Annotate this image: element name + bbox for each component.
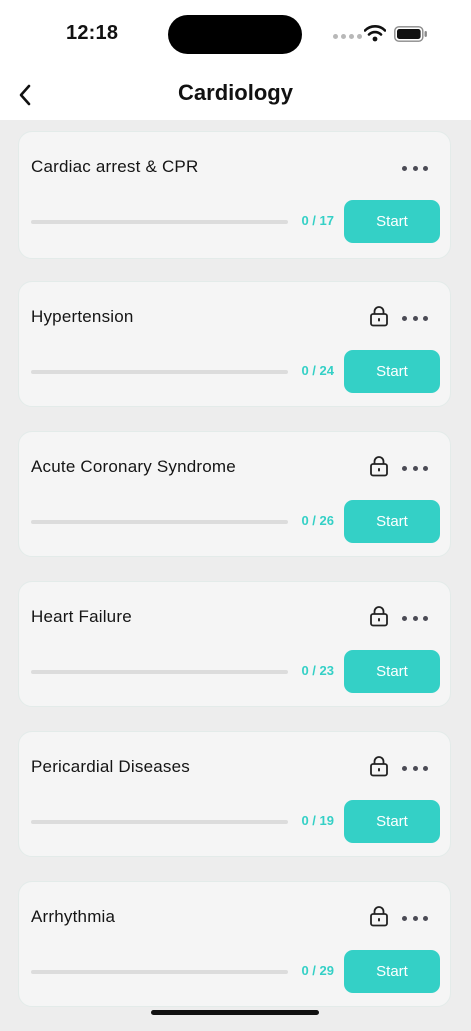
status-bar: 12:18 bbox=[0, 0, 471, 70]
topic-card: Hypertension 0 / 24 Start bbox=[18, 281, 451, 407]
more-horizontal-icon bbox=[402, 315, 407, 321]
navigation-bar: Cardiology bbox=[0, 70, 471, 120]
wifi-icon bbox=[364, 25, 386, 42]
progress-count: 0 / 17 bbox=[301, 213, 334, 228]
start-button[interactable]: Start bbox=[344, 800, 440, 843]
more-options-button[interactable] bbox=[402, 610, 428, 626]
status-time: 12:18 bbox=[66, 22, 119, 44]
progress-count: 0 / 29 bbox=[301, 963, 334, 978]
more-horizontal-icon bbox=[402, 765, 407, 771]
topic-card: Heart Failure 0 / 23 Start bbox=[18, 581, 451, 707]
home-indicator bbox=[151, 1010, 319, 1015]
start-button[interactable]: Start bbox=[344, 350, 440, 393]
start-button[interactable]: Start bbox=[344, 200, 440, 243]
topic-card: Arrhythmia 0 / 29 Start bbox=[18, 881, 451, 1007]
topic-title: Hypertension bbox=[31, 307, 134, 326]
more-options-button[interactable] bbox=[402, 310, 428, 326]
topic-title: Cardiac arrest & CPR bbox=[31, 157, 199, 176]
topic-list: Cardiac arrest & CPR 0 / 17 Start Hypert… bbox=[18, 131, 453, 1031]
topic-card: Pericardial Diseases 0 / 19 Start bbox=[18, 731, 451, 857]
progress-bar bbox=[31, 970, 288, 974]
progress-count: 0 / 19 bbox=[301, 813, 334, 828]
start-button[interactable]: Start bbox=[344, 650, 440, 693]
dynamic-island bbox=[168, 15, 302, 54]
battery-icon bbox=[394, 26, 427, 42]
start-button[interactable]: Start bbox=[344, 950, 440, 993]
more-horizontal-icon bbox=[402, 915, 407, 921]
more-options-button[interactable] bbox=[402, 760, 428, 776]
progress-bar bbox=[31, 520, 288, 524]
more-options-button[interactable] bbox=[402, 460, 428, 476]
more-options-button[interactable] bbox=[402, 910, 428, 926]
progress-bar bbox=[31, 370, 288, 374]
topic-title: Arrhythmia bbox=[31, 907, 116, 926]
topic-title: Pericardial Diseases bbox=[31, 757, 190, 776]
lock-icon bbox=[370, 606, 388, 627]
lock-icon bbox=[370, 456, 388, 477]
lock-icon bbox=[370, 906, 388, 927]
more-horizontal-icon bbox=[402, 165, 407, 171]
lock-icon bbox=[370, 756, 388, 777]
progress-bar bbox=[31, 220, 288, 224]
page-title: Cardiology bbox=[178, 80, 293, 105]
topic-title: Heart Failure bbox=[31, 607, 132, 626]
progress-bar bbox=[31, 670, 288, 674]
lock-icon bbox=[370, 306, 388, 327]
progress-count: 0 / 23 bbox=[301, 663, 334, 678]
topic-card: Acute Coronary Syndrome 0 / 26 Start bbox=[18, 431, 451, 557]
progress-count: 0 / 24 bbox=[301, 363, 334, 378]
cellular-signal-icon bbox=[333, 34, 362, 39]
progress-bar bbox=[31, 820, 288, 824]
progress-count: 0 / 26 bbox=[301, 513, 334, 528]
more-horizontal-icon bbox=[402, 465, 407, 471]
topic-title: Acute Coronary Syndrome bbox=[31, 457, 236, 476]
more-options-button[interactable] bbox=[402, 160, 428, 176]
start-button[interactable]: Start bbox=[344, 500, 440, 543]
topic-card: Cardiac arrest & CPR 0 / 17 Start bbox=[18, 131, 451, 259]
more-horizontal-icon bbox=[402, 615, 407, 621]
